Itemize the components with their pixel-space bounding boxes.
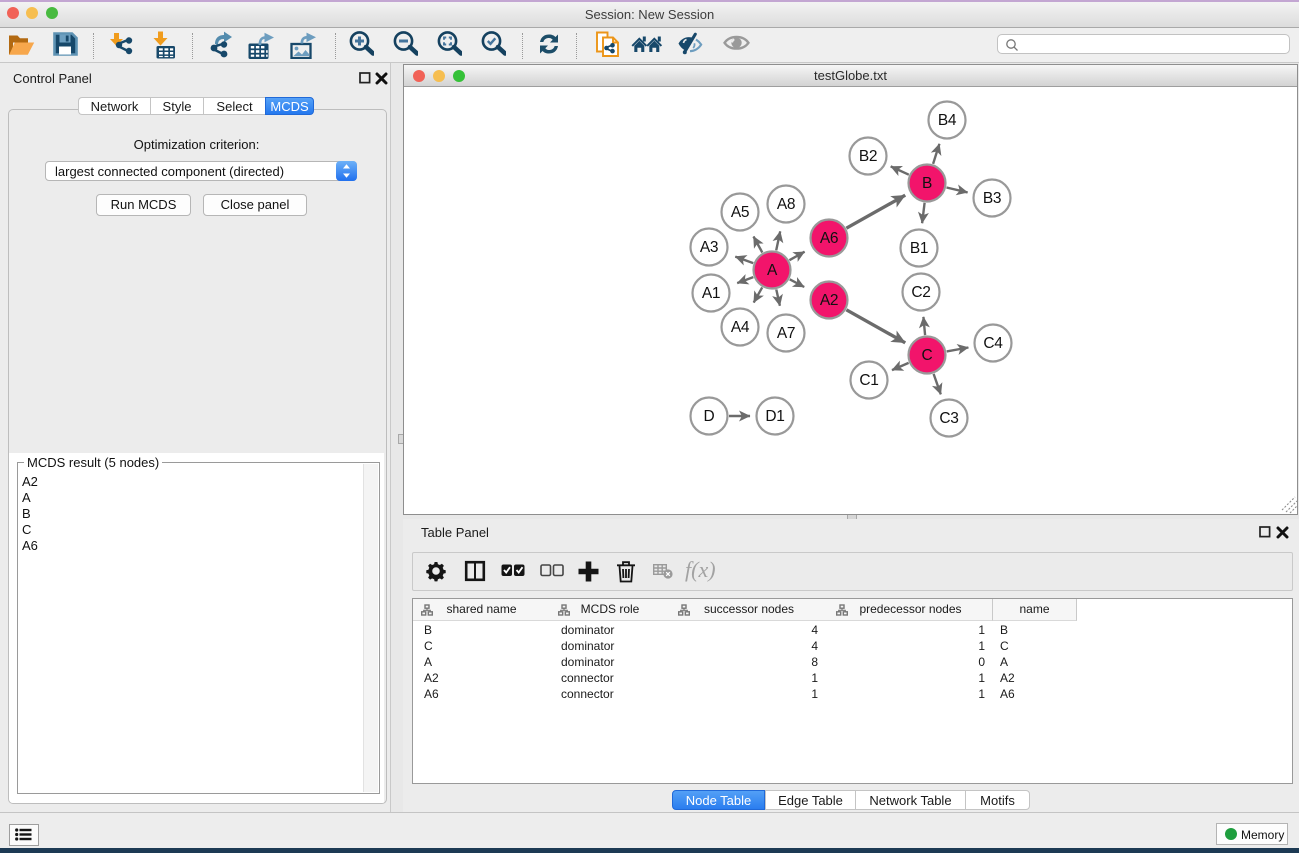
svg-text:A6: A6 xyxy=(820,230,838,247)
svg-text:C: C xyxy=(922,347,933,364)
svg-text:C3: C3 xyxy=(939,410,958,427)
svg-text:B4: B4 xyxy=(938,112,957,129)
svg-text:B1: B1 xyxy=(910,240,928,257)
svg-text:C2: C2 xyxy=(911,284,930,301)
svg-text:A8: A8 xyxy=(777,196,795,213)
svg-text:B2: B2 xyxy=(859,148,877,165)
svg-text:A4: A4 xyxy=(731,319,750,336)
svg-text:C4: C4 xyxy=(983,335,1003,352)
svg-text:D1: D1 xyxy=(765,408,784,425)
svg-text:B3: B3 xyxy=(983,190,1001,207)
svg-text:A7: A7 xyxy=(777,325,795,342)
svg-text:A2: A2 xyxy=(820,292,838,309)
svg-text:A3: A3 xyxy=(700,239,718,256)
svg-text:B: B xyxy=(922,175,932,192)
svg-text:A1: A1 xyxy=(702,285,720,302)
svg-text:D: D xyxy=(704,408,715,425)
svg-text:A: A xyxy=(767,262,778,279)
svg-text:A5: A5 xyxy=(731,204,749,221)
svg-text:C1: C1 xyxy=(859,372,878,389)
